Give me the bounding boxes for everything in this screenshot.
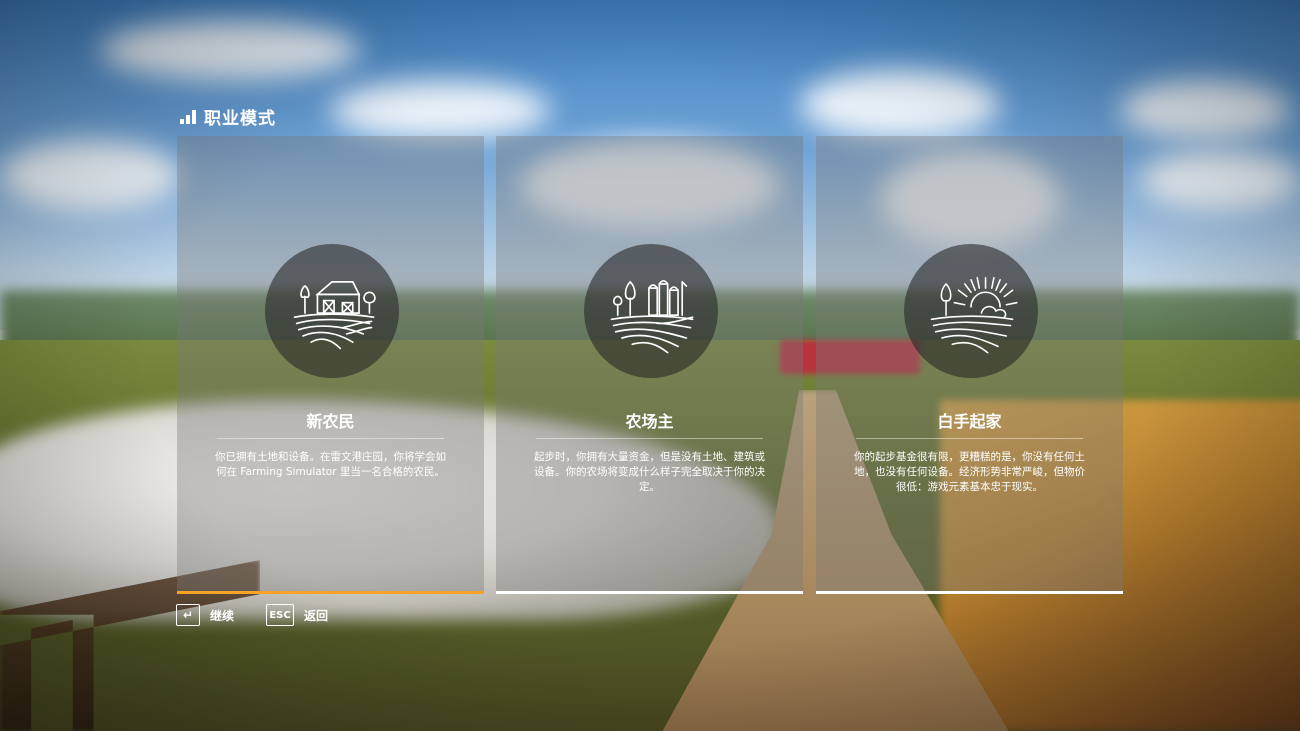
career-card-farm-manager[interactable]: 农场主 起步时，你拥有大量资金，但是没有土地、建筑或设备。你的农场将变成什么样子…: [496, 136, 803, 594]
signal-bars-icon: [180, 109, 196, 124]
sunrise-emblem-icon: [904, 244, 1038, 378]
card-description: 你已拥有土地和设备。在雷文港庄园，你将学会如何在 Farming Simulat…: [215, 451, 446, 478]
back-label[interactable]: 返回: [304, 607, 328, 624]
card-title: 新农民: [306, 412, 355, 431]
page-header: 职业模式: [180, 104, 276, 129]
esc-key-icon[interactable]: ESC: [266, 604, 295, 626]
career-card-start-from-scratch[interactable]: 白手起家 你的起步基金很有限，更糟糕的是，你没有任何土地，也没有任何设备。经济形…: [816, 136, 1123, 594]
card-title: 农场主: [625, 412, 674, 431]
barn-emblem-icon: [265, 244, 399, 378]
silo-emblem-icon: [584, 244, 718, 378]
divider: [217, 438, 444, 439]
career-card-new-farmer[interactable]: 新农民 你已拥有土地和设备。在雷文港庄园，你将学会如何在 Farming Sim…: [177, 136, 484, 594]
divider: [536, 438, 763, 439]
continue-label[interactable]: 继续: [210, 607, 234, 624]
card-title: 白手起家: [937, 412, 1002, 431]
card-description: 你的起步基金很有限，更糟糕的是，你没有任何土地，也没有任何设备。经济形势非常严峻…: [854, 451, 1085, 493]
enter-key-icon[interactable]: ↵: [176, 604, 200, 626]
page-title: 职业模式: [204, 109, 276, 129]
divider: [856, 438, 1083, 439]
footer-controls: ↵ 继续 ESC 返回: [176, 604, 328, 626]
card-description: 起步时，你拥有大量资金，但是没有土地、建筑或设备。你的农场将变成什么样子完全取决…: [534, 451, 765, 493]
